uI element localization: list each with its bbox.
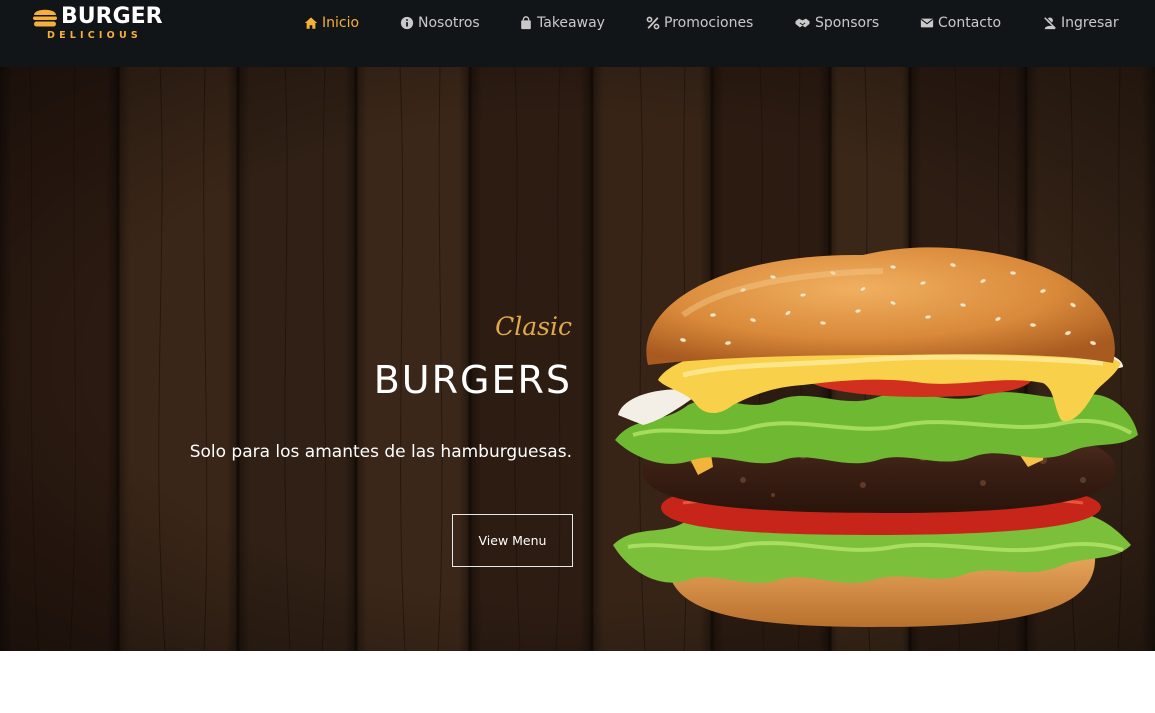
nav-label: Ingresar [1061, 15, 1119, 31]
nav-item-contacto[interactable]: Contacto [920, 13, 1001, 33]
hero-title: BURGERS [373, 358, 572, 402]
main-nav: Inicio Nosotros Takeaway Promociones Spo… [0, 0, 1155, 44]
hero-subtitle: Solo para los amantes de las hamburguesa… [189, 442, 572, 462]
hero-section: Clasic BURGERS Solo para los amantes de … [0, 67, 1155, 651]
nav-label: Nosotros [418, 15, 480, 31]
nav-item-takeaway[interactable]: Takeaway [519, 13, 605, 33]
percent-icon [646, 16, 660, 30]
navbar: BURGER DELICIOUS Inicio Nosotros Takeawa… [0, 0, 1155, 67]
nav-item-promociones[interactable]: Promociones [646, 13, 753, 33]
burger-image [613, 247, 1138, 627]
user-lock-icon [1044, 16, 1057, 30]
nav-item-inicio[interactable]: Inicio [304, 13, 359, 33]
nav-item-sponsors[interactable]: Sponsors [794, 13, 879, 33]
info-circle-icon [400, 16, 414, 30]
nav-item-ingresar[interactable]: Ingresar [1043, 13, 1119, 33]
view-menu-button[interactable]: View Menu [452, 514, 573, 567]
nav-label: Contacto [938, 15, 1002, 31]
nav-label: Sponsors [815, 15, 880, 31]
home-icon [304, 17, 318, 29]
nav-label: Promociones [664, 15, 754, 31]
handshake-icon [795, 18, 810, 28]
nav-item-nosotros[interactable]: Nosotros [400, 13, 480, 33]
shopping-bag-icon [521, 16, 531, 30]
nav-label: Inicio [322, 15, 360, 31]
hero-tagline: Clasic [495, 312, 572, 341]
envelope-icon [920, 18, 934, 28]
nav-label: Takeaway [537, 15, 605, 31]
